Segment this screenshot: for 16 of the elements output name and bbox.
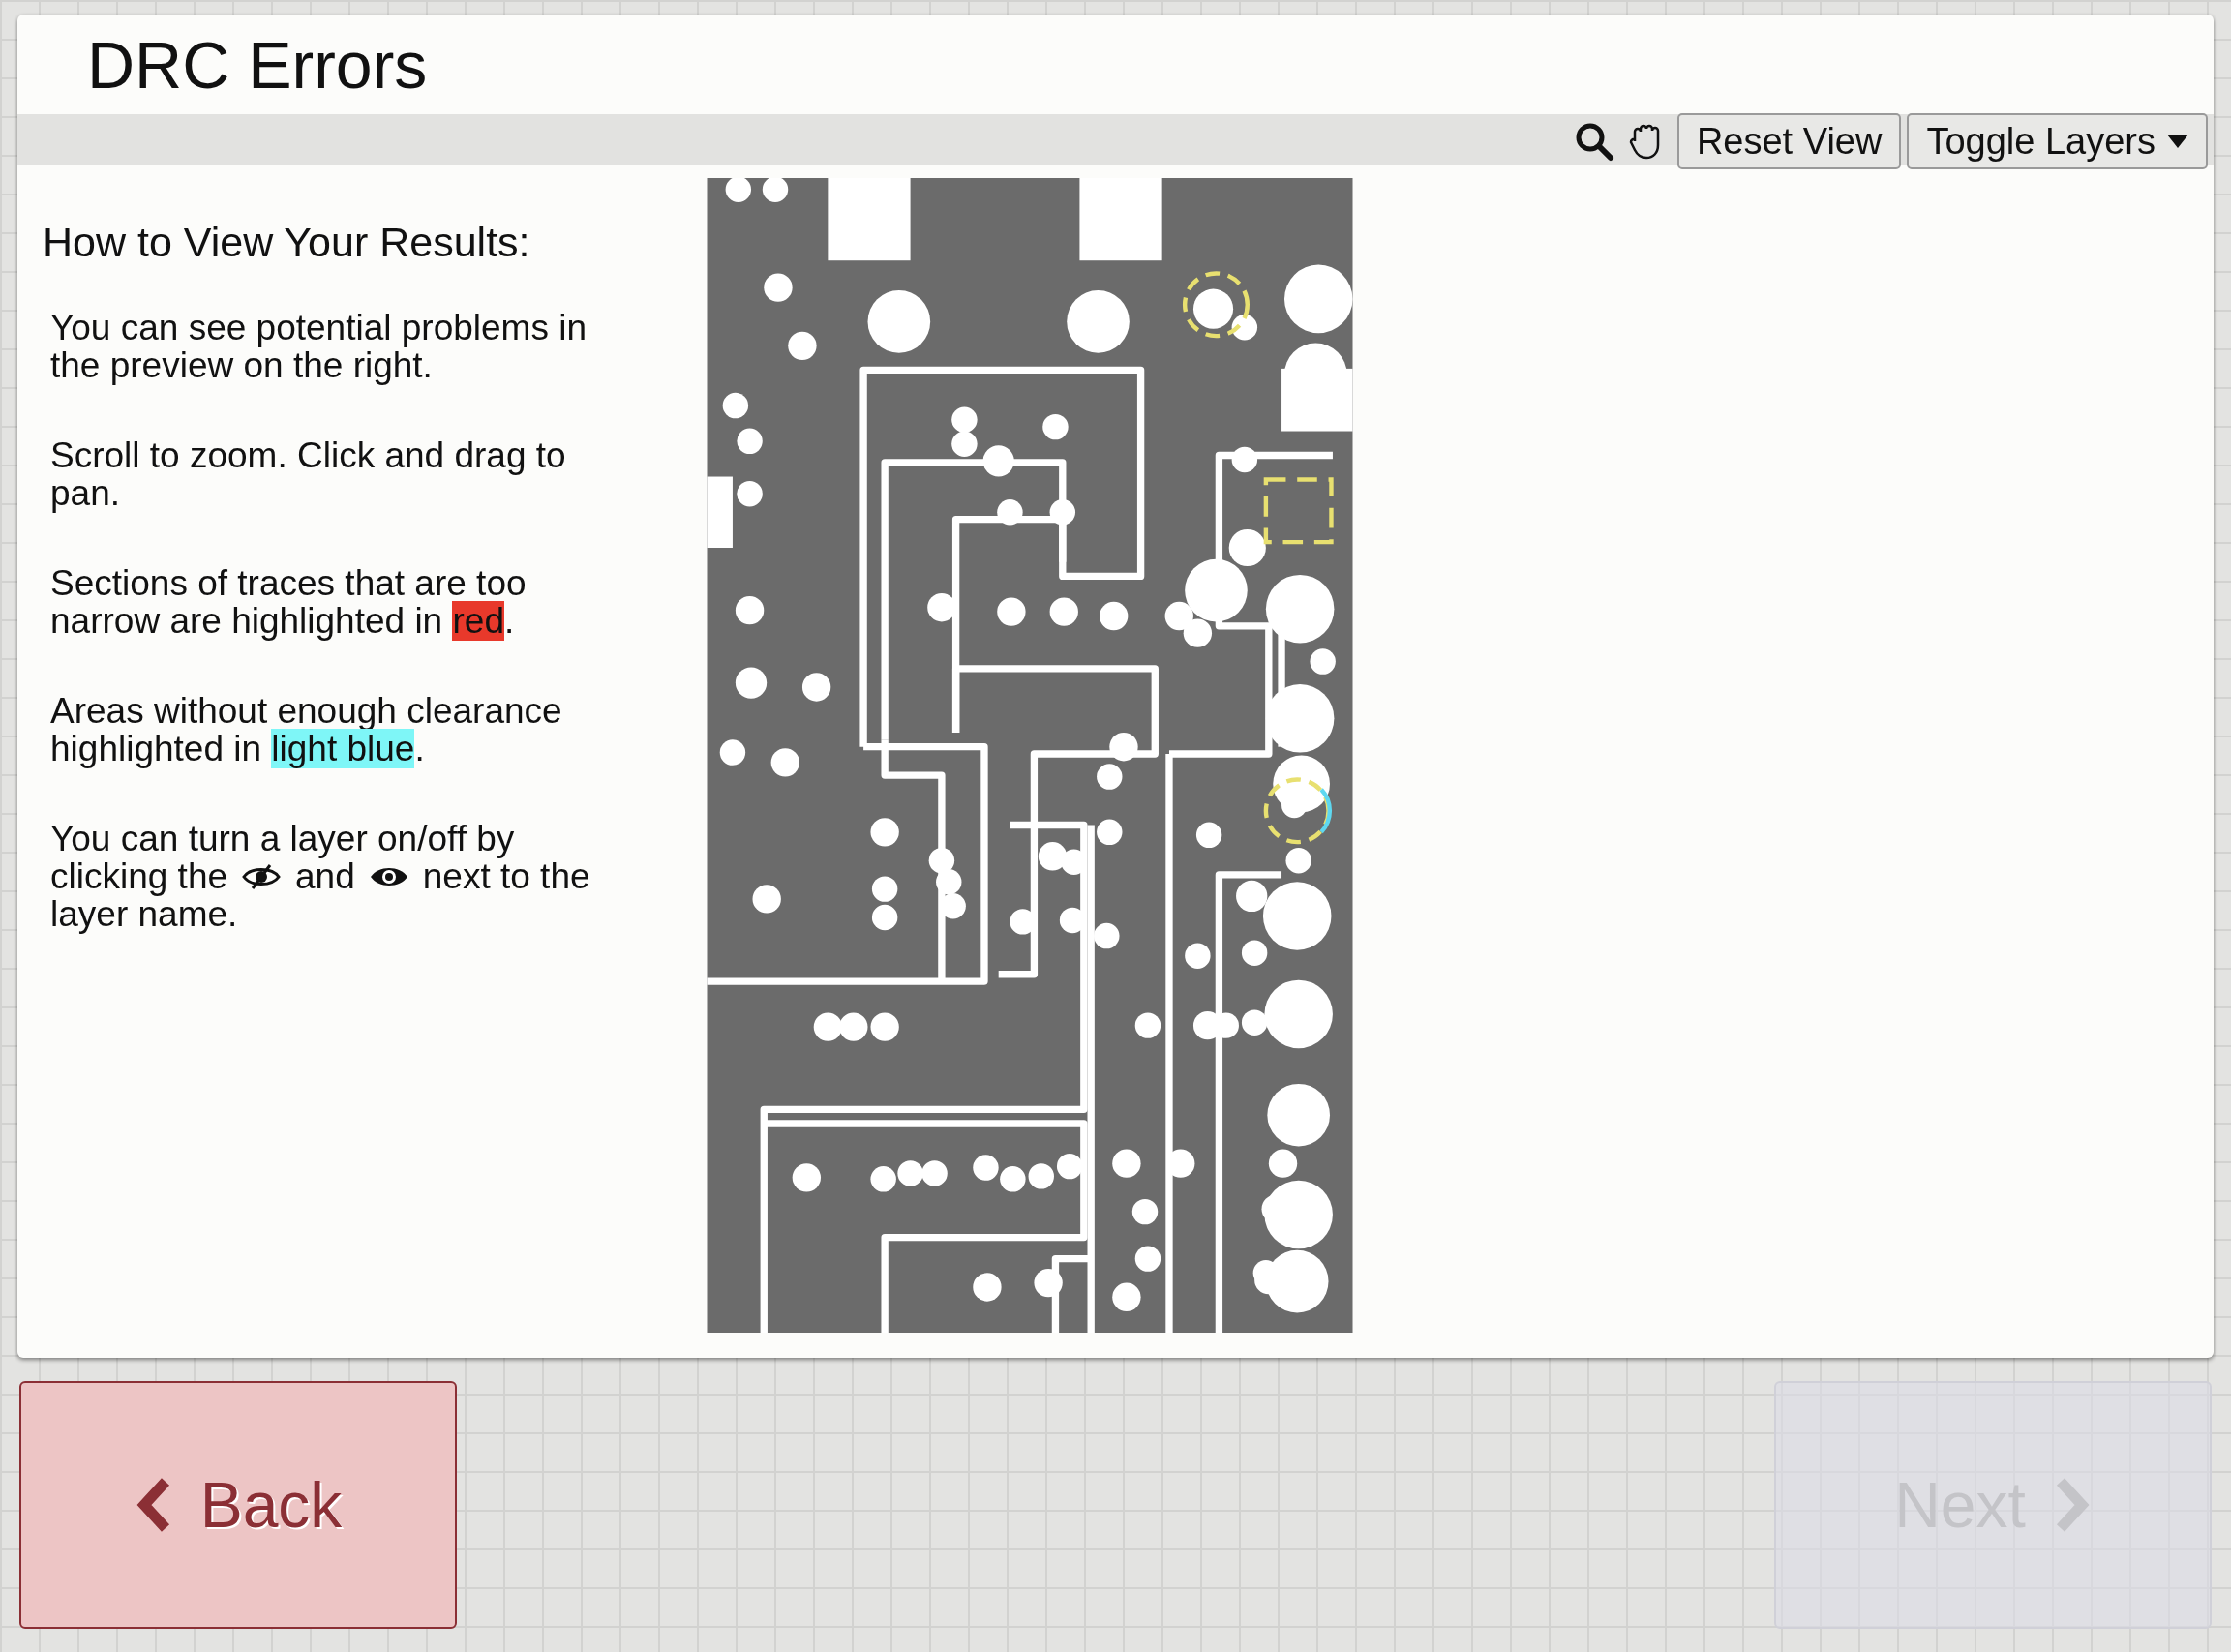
back-button[interactable]: Back: [19, 1381, 457, 1629]
instruction-text: You can turn a layer on/off by: [50, 820, 515, 857]
instruction-text: clicking the: [50, 857, 228, 895]
caret-icon: [2167, 135, 2188, 148]
instruction-text: Sections of traces that are too narrow are highlighted in red.: [50, 564, 528, 640]
window-title: DRC Errors: [87, 26, 428, 103]
instruction-text: You can see potential problems in the preview on the right.: [50, 309, 588, 384]
instruction-text: Areas without enough clearance highlighted in light blue.: [50, 692, 563, 767]
instruction-text: and: [295, 857, 355, 895]
dropdown-button[interactable]: Toggle Layers: [1907, 113, 2208, 169]
instructions-heading: How to View Your Results:: [43, 219, 531, 266]
reset-button[interactable]: Reset View: [1676, 113, 1902, 169]
instruction-text: Scroll to zoom. Click and drag to pan.: [50, 436, 567, 512]
instruction-text: next to the: [422, 857, 590, 895]
eye-slash-icon: [241, 862, 283, 890]
instruction-text: layer name.: [50, 895, 238, 933]
